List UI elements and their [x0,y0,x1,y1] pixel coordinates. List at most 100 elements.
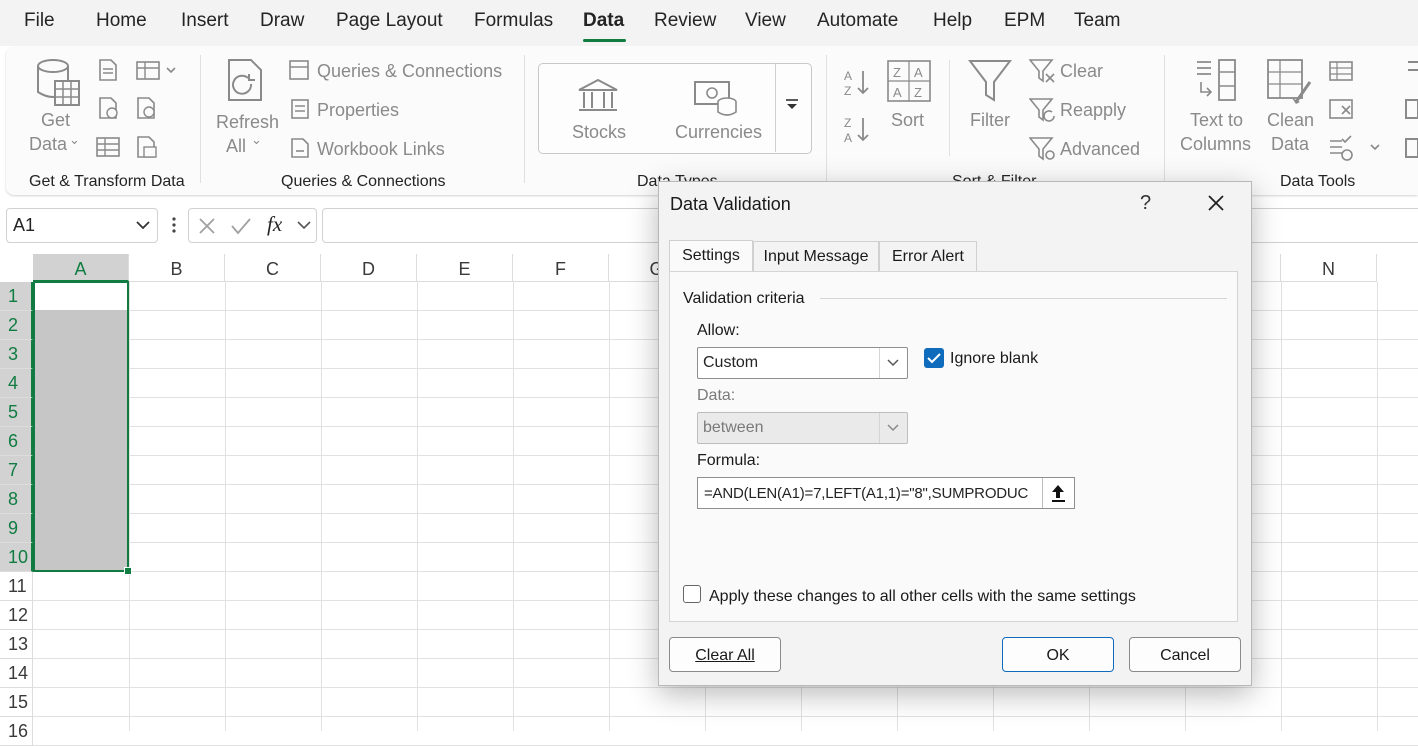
chevron-down-icon[interactable] [297,218,311,237]
allow-select[interactable]: Custom [697,347,908,379]
tab-page-layout[interactable]: Page Layout [336,10,443,32]
stocks-button[interactable]: Stocks [572,122,626,143]
refresh-all-label-1[interactable]: Refresh [216,112,279,133]
text-to-columns-label-2[interactable]: Columns [1180,134,1251,155]
reapply-button[interactable]: Reapply [1060,100,1126,121]
select-all-corner[interactable] [0,254,34,283]
link-icon[interactable] [290,137,310,159]
tab-formulas[interactable]: Formulas [474,10,553,32]
filter-icon[interactable] [968,58,1012,104]
row-header-10[interactable]: 10 [0,543,33,572]
ok-button[interactable]: OK [1002,637,1114,672]
column-header-d[interactable]: D [321,254,417,282]
row-header-15[interactable]: 15 [0,688,33,717]
queries-icon[interactable] [288,59,310,81]
ignore-blank-label[interactable]: Ignore blank [950,350,1038,368]
properties-icon[interactable] [290,98,310,120]
clear-button[interactable]: Clear [1060,61,1103,82]
from-table-icon[interactable] [95,135,121,159]
row-header-9[interactable]: 9 [0,514,33,543]
column-header-a[interactable]: A [33,254,129,282]
row-header-14[interactable]: 14 [0,659,33,688]
workbook-links-button[interactable]: Workbook Links [317,139,445,160]
tab-error-alert[interactable]: Error Alert [879,241,977,271]
tab-view[interactable]: View [745,10,786,32]
database-icon[interactable] [35,57,81,107]
fill-handle[interactable] [124,567,132,575]
tab-settings[interactable]: Settings [669,240,753,272]
sort-button[interactable]: Sort [891,110,924,131]
tab-input-message[interactable]: Input Message [753,241,879,271]
chevron-down-icon[interactable] [135,217,151,238]
consolidate-icon[interactable] [1400,58,1418,84]
relationships-icon[interactable] [1400,96,1418,122]
tab-data[interactable]: Data [583,10,624,32]
table-recent-icon[interactable] [135,58,179,82]
clear-filter-icon[interactable] [1029,57,1057,85]
apply-all-checkbox[interactable] [683,585,701,603]
tab-draw[interactable]: Draw [260,10,304,32]
column-header-n[interactable]: N [1281,254,1377,282]
cancel-icon[interactable] [197,216,217,241]
enter-icon[interactable] [230,216,252,241]
advanced-button[interactable]: Advanced [1060,139,1140,160]
gallery-more-icon[interactable] [785,99,799,111]
reapply-icon[interactable] [1029,96,1057,124]
tab-team[interactable]: Team [1074,10,1120,32]
row-header-7[interactable]: 7 [0,456,33,485]
row-header-8[interactable]: 8 [0,485,33,514]
sort-ascending-icon[interactable]: AZ [843,68,871,98]
help-icon[interactable]: ? [1140,192,1151,215]
tab-insert[interactable]: Insert [181,10,229,32]
column-header-b[interactable]: B [129,254,225,282]
tab-epm[interactable]: EPM [1004,10,1045,32]
chevron-down-icon[interactable] [879,348,907,378]
tab-help[interactable]: Help [933,10,972,32]
sort-descending-icon[interactable]: ZA [843,115,871,145]
sort-dialog-icon[interactable]: ZAAZ [887,60,931,102]
more-options-icon[interactable] [171,216,177,239]
data-model-icon[interactable] [1400,135,1418,161]
cancel-button[interactable]: Cancel [1129,637,1241,672]
recent-sources-icon[interactable] [135,96,159,120]
queries-connections-button[interactable]: Queries & Connections [317,61,502,82]
formula-field[interactable]: =AND(LEN(A1)=7,LEFT(A1,1)="8",SUMPRODUC [697,477,1075,509]
tab-home[interactable]: Home [96,10,147,32]
chevron-down-icon[interactable]: ⌄ [251,132,262,148]
currency-icon[interactable] [693,80,739,118]
name-box[interactable]: A1 [6,208,158,243]
close-icon[interactable] [1207,194,1225,217]
collapse-dialog-icon[interactable] [1042,478,1074,508]
advanced-filter-icon[interactable] [1029,135,1057,163]
existing-connections-icon[interactable] [135,135,159,159]
row-header-16[interactable]: 16 [0,717,33,746]
row-header-12[interactable]: 12 [0,601,33,630]
row-header-3[interactable]: 3 [0,340,33,369]
tab-file[interactable]: File [24,10,55,32]
refresh-icon[interactable] [225,58,271,106]
text-to-columns-icon[interactable] [1195,58,1239,104]
row-header-5[interactable]: 5 [0,398,33,427]
row-header-1[interactable]: 1 [0,282,33,311]
currencies-button[interactable]: Currencies [675,122,762,143]
filter-button[interactable]: Filter [970,110,1010,131]
clear-all-button[interactable]: Clear All [669,637,781,672]
flash-fill-icon[interactable] [1328,58,1356,84]
tab-review[interactable]: Review [654,10,716,32]
ignore-blank-checkbox[interactable] [924,348,944,368]
text-to-columns-label-1[interactable]: Text to [1190,110,1243,131]
row-header-13[interactable]: 13 [0,630,33,659]
bank-icon[interactable] [577,78,619,114]
row-header-4[interactable]: 4 [0,369,33,398]
column-header-c[interactable]: C [225,254,321,282]
row-header-6[interactable]: 6 [0,427,33,456]
data-validation-icon[interactable] [1328,135,1382,163]
column-header-f[interactable]: F [513,254,609,282]
insert-function-icon[interactable]: fx [267,212,282,237]
web-icon[interactable] [97,96,121,120]
selection-range[interactable] [33,281,132,575]
file-text-icon[interactable] [97,58,119,82]
tab-automate[interactable]: Automate [817,10,898,32]
properties-button[interactable]: Properties [317,100,399,121]
apply-all-label[interactable]: Apply these changes to all other cells w… [709,588,1136,606]
